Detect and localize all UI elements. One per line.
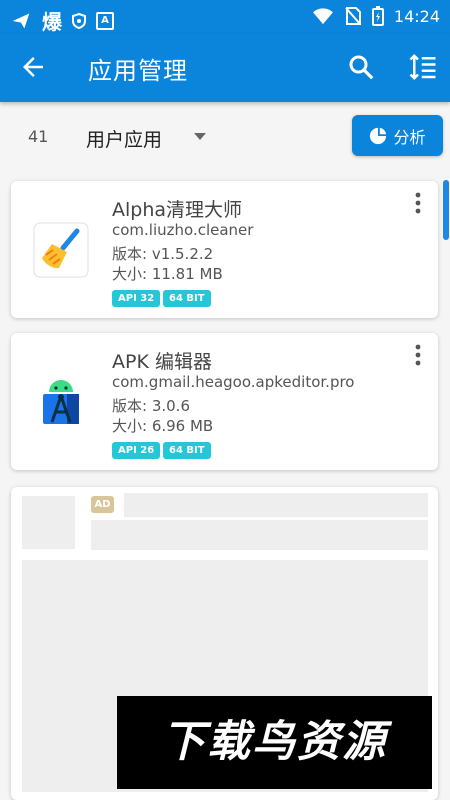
- app-count: 41: [28, 127, 49, 146]
- app-type-dropdown[interactable]: 用户应用: [86, 125, 162, 152]
- bit-badge: 64 BIT: [163, 290, 211, 307]
- no-sim-icon: [345, 7, 361, 25]
- app-name: APK 编辑器: [112, 351, 212, 373]
- app-size: 大小: 11.81 MB: [112, 265, 223, 283]
- bao-badge-icon: 爆: [42, 10, 62, 34]
- ad-title-placeholder: [124, 493, 428, 517]
- watermark: 下载鸟资源: [117, 696, 432, 789]
- android-compass-icon: [43, 380, 79, 424]
- api-badge: API 32: [112, 290, 161, 307]
- app-version: 版本: 3.0.6: [112, 397, 190, 415]
- pie-chart-icon: [370, 127, 387, 144]
- a-box-icon: A: [96, 11, 114, 30]
- wifi-icon: [312, 8, 333, 25]
- status-time: 14:24: [393, 6, 440, 26]
- ad-subtitle-placeholder: [91, 520, 428, 550]
- app-package: com.gmail.heagoo.apkeditor.pro: [112, 373, 355, 391]
- back-arrow-icon[interactable]: [18, 52, 48, 82]
- api-badge: API 26: [112, 442, 161, 459]
- app-name: Alpha清理大师: [112, 199, 243, 221]
- scrollbar[interactable]: [443, 180, 449, 240]
- bit-badge: 64 BIT: [163, 442, 211, 459]
- broom-icon: [33, 222, 89, 278]
- app-card[interactable]: Alpha清理大师 com.liuzho.cleaner 版本: v1.5.2.…: [11, 181, 438, 318]
- status-bar: 爆 A 14:24: [0, 0, 450, 34]
- status-bar-left-icons: 爆 A: [10, 6, 114, 35]
- battery-icon: [371, 6, 384, 26]
- filter-row: 41 用户应用 分析: [0, 102, 450, 172]
- ad-image-placeholder: [22, 496, 75, 549]
- app-size: 大小: 6.96 MB: [112, 417, 214, 435]
- search-icon[interactable]: [346, 52, 376, 82]
- analyze-button[interactable]: 分析: [352, 115, 443, 156]
- ad-tag: AD: [91, 496, 114, 513]
- more-vert-icon[interactable]: [412, 191, 424, 215]
- sort-icon[interactable]: [408, 52, 438, 82]
- chevron-down-icon[interactable]: [194, 133, 206, 140]
- send-icon: [12, 13, 30, 28]
- app-bar: 应用管理: [0, 34, 450, 102]
- app-package: com.liuzho.cleaner: [112, 221, 254, 239]
- status-bar-right-icons: 14:24: [312, 6, 440, 26]
- app-card[interactable]: APK 编辑器 com.gmail.heagoo.apkeditor.pro 版…: [11, 333, 438, 470]
- more-vert-icon[interactable]: [412, 343, 424, 367]
- analyze-label: 分析: [393, 127, 426, 147]
- page-title: 应用管理: [88, 57, 188, 85]
- app-version: 版本: v1.5.2.2: [112, 245, 214, 263]
- shield-icon: [72, 12, 86, 29]
